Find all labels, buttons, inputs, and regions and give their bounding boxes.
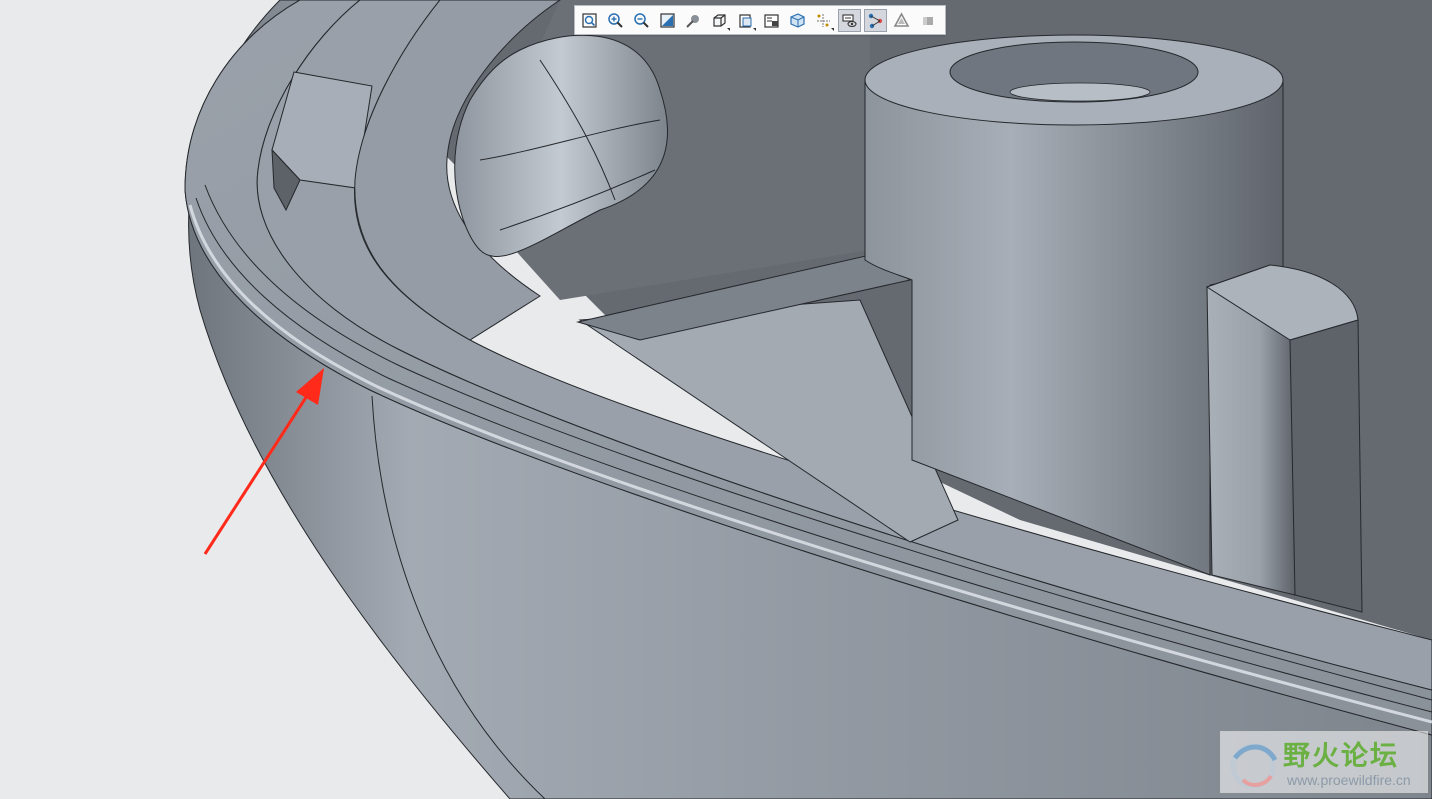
perspective-view-icon	[790, 12, 805, 28]
datum-display-button[interactable]	[812, 9, 835, 32]
repaint-button[interactable]	[656, 9, 679, 32]
repaint-icon	[660, 12, 675, 28]
appearance-button[interactable]	[890, 9, 913, 32]
section-view-button[interactable]	[916, 9, 939, 32]
spin-center-button[interactable]	[682, 9, 705, 32]
display-style-icon	[713, 13, 726, 27]
view-manager-icon	[764, 13, 779, 28]
refit-icon	[582, 12, 597, 28]
zoom-in-icon	[608, 12, 623, 28]
zoom-in-button[interactable]	[604, 9, 627, 32]
refit-button[interactable]	[578, 9, 601, 32]
cylinder-boss-hole-floor	[1009, 82, 1151, 102]
appearance-icon	[893, 11, 910, 27]
model-viewport[interactable]	[0, 0, 1432, 799]
forum-watermark: 野火论坛 www.proewildfire.cn	[1220, 731, 1428, 793]
perspective-view-button[interactable]	[786, 9, 809, 32]
datum-display-icon	[817, 13, 830, 27]
chevron-down-icon	[727, 27, 730, 31]
support-rib-side	[1289, 319, 1363, 613]
graphics-toolbar	[574, 5, 946, 35]
zoom-out-icon	[634, 12, 649, 28]
section-view-icon	[923, 16, 933, 25]
display-style-button[interactable]	[708, 9, 731, 32]
annotation-display-icon	[842, 13, 857, 27]
zoom-out-button[interactable]	[630, 9, 653, 32]
view-manager-button[interactable]	[760, 9, 783, 32]
chevron-down-icon	[831, 27, 834, 31]
forum-url: www.proewildfire.cn	[1287, 772, 1411, 788]
saved-orientations-icon	[739, 13, 752, 28]
saved-orientations-button[interactable]	[734, 9, 757, 32]
forum-logo-icon	[1230, 743, 1278, 789]
chevron-down-icon	[753, 27, 756, 31]
spin-center-toggle-icon	[868, 13, 883, 28]
annotation-display-button[interactable]	[838, 8, 861, 32]
forum-title: 野火论坛	[1283, 741, 1399, 772]
spin-center-toggle-button[interactable]	[864, 8, 887, 32]
spin-center-icon	[686, 14, 699, 28]
